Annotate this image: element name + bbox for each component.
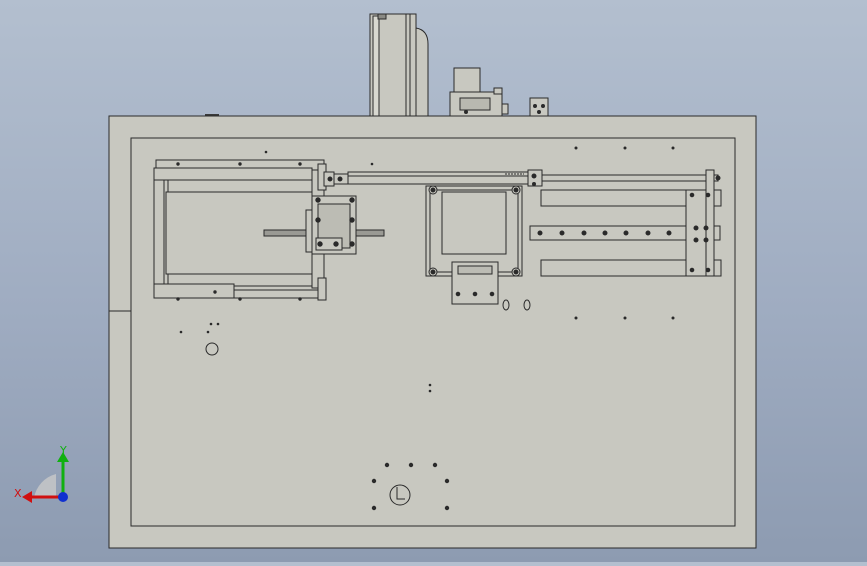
motor-block xyxy=(449,67,509,117)
y-axis-label: Y xyxy=(59,444,67,457)
vertical-column xyxy=(369,13,429,117)
machine-drawing xyxy=(108,13,757,549)
cad-viewport[interactable] xyxy=(0,0,867,562)
x-axis-label: X xyxy=(14,487,22,500)
z-axis-dot xyxy=(58,492,68,502)
x-arrowhead-icon xyxy=(22,491,32,503)
top-bracket xyxy=(529,97,549,117)
large-hole xyxy=(205,342,219,356)
triad-plane xyxy=(34,474,56,498)
axis-triad: Y X xyxy=(12,440,82,510)
rotary-dial xyxy=(389,484,411,506)
